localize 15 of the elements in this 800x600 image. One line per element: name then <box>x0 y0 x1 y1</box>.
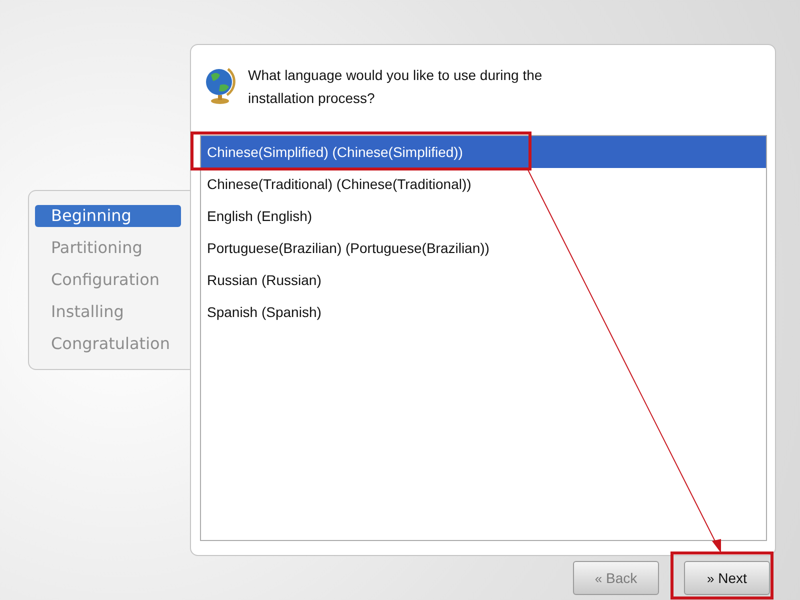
language-item[interactable]: Portuguese(Brazilian) (Portuguese(Brazilian)) <box>201 232 766 264</box>
globe-icon <box>203 65 237 105</box>
step-item: Installing <box>50 301 125 323</box>
language-item[interactable]: Chinese(Traditional) (Chinese(Traditional)) <box>201 168 766 200</box>
language-item[interactable]: Spanish (Spanish) <box>201 296 766 328</box>
language-item[interactable]: English (English) <box>201 200 766 232</box>
step-item: Congratulation <box>50 333 171 355</box>
question-text: What language would you like to use during the installation process? <box>248 66 544 108</box>
step-item: Configuration <box>50 269 161 291</box>
language-item[interactable]: Russian (Russian) <box>201 264 766 296</box>
step-item: Partitioning <box>50 237 144 259</box>
next-button[interactable]: » Next <box>684 561 770 595</box>
language-item[interactable]: Chinese(Simplified) (Chinese(Simplified)) <box>201 136 766 168</box>
language-list[interactable]: Chinese(Simplified) (Chinese(Simplified)) Chinese(Traditional) (Chinese(Traditional)) English (English) Portuguese(Brazilian) (Portuguese(Brazilian)) Russian (Russian) Spanish (Spanish) <box>200 135 767 541</box>
step-item: Beginning <box>35 205 181 227</box>
